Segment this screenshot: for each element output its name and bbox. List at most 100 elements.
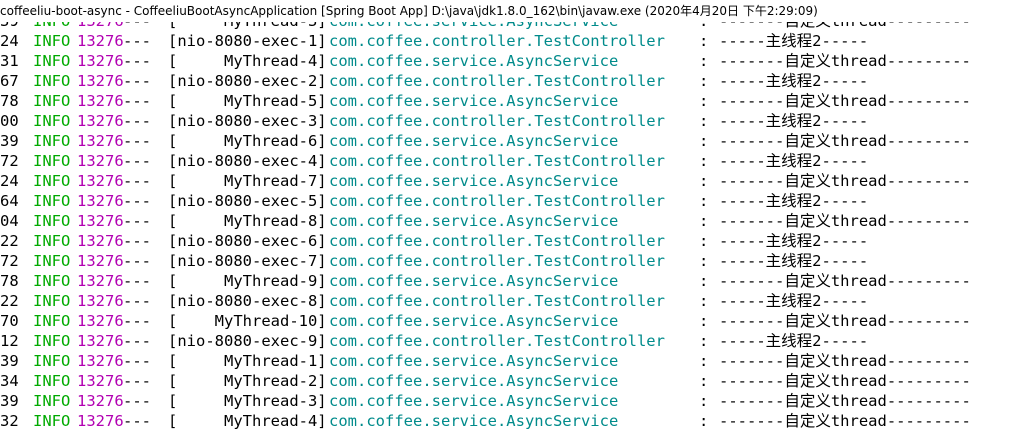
log-ms: 34	[0, 372, 19, 390]
log-colon: :	[699, 152, 709, 170]
log-line: 12 INFO 13276 --- [nio-8080-exec-9] com.coffe…	[0, 331, 1028, 351]
log-level: INFO	[33, 412, 71, 430]
log-thread: [ MyThread-10]	[168, 312, 327, 330]
log-pid: 13276	[77, 372, 124, 390]
log-thread: [nio-8080-exec-7]	[168, 252, 327, 270]
log-level: INFO	[33, 152, 71, 170]
log-ms: 72	[0, 152, 19, 170]
log-logger: com.coffee.service.AsyncService	[329, 272, 619, 290]
log-level: INFO	[33, 332, 71, 350]
log-level: INFO	[33, 72, 71, 90]
log-ms: 24	[0, 32, 19, 50]
log-ms: 22	[0, 292, 19, 310]
log-line: 00 INFO 13276 --- [nio-8080-exec-3] com.coffe…	[0, 111, 1028, 131]
log-thread: [nio-8080-exec-2]	[168, 72, 327, 90]
log-message: -------自定义thread---------	[719, 312, 971, 330]
log-level: INFO	[33, 132, 71, 150]
log-separator: ---	[123, 212, 151, 230]
log-separator: ---	[123, 312, 151, 330]
console-output[interactable]: 39INFO13276---[ MyThread-3]com.coffee.se…	[0, 0, 1028, 435]
log-message: -------自定义thread---------	[719, 352, 971, 370]
log-colon: :	[699, 72, 709, 90]
log-message: -------自定义thread---------	[719, 172, 971, 190]
log-thread: [ MyThread-5]	[168, 92, 327, 110]
log-line: 31 INFO 13276 --- [ MyThread-4] com.coffee.se…	[0, 51, 1028, 71]
log-message: -------自定义thread---------	[719, 412, 971, 430]
log-logger: com.coffee.controller.TestController	[329, 292, 665, 310]
log-line: 78 INFO 13276 --- [ MyThread-5] com.coffee.se…	[0, 91, 1028, 111]
log-ms: 78	[0, 92, 19, 110]
log-line: 39 INFO 13276 --- [ MyThread-1] com.coffee.se…	[0, 351, 1028, 371]
log-ms: 39	[0, 352, 19, 370]
log-message: -------自定义thread---------	[719, 52, 971, 70]
log-line: 64 INFO 13276 --- [nio-8080-exec-5] com.coffe…	[0, 191, 1028, 211]
log-separator: ---	[123, 392, 151, 410]
log-ms: 12	[0, 332, 19, 350]
log-colon: :	[699, 312, 709, 330]
log-ms: 72	[0, 252, 19, 270]
log-colon: :	[699, 32, 709, 50]
log-pid: 13276	[77, 252, 124, 270]
log-message: -----主线程2-----	[719, 32, 869, 50]
log-thread: [ MyThread-3]	[168, 392, 327, 410]
log-level: INFO	[33, 192, 71, 210]
log-level: INFO	[33, 252, 71, 270]
console-title-bar: coffeeliu-boot-async - CoffeeliuBootAsyn…	[0, 0, 1028, 22]
log-ms: 04	[0, 212, 19, 230]
log-ms: 24	[0, 172, 19, 190]
log-pid: 13276	[77, 72, 124, 90]
log-ms: 22	[0, 232, 19, 250]
log-pid: 13276	[77, 292, 124, 310]
log-message: -----主线程2-----	[719, 232, 869, 250]
log-ms: 67	[0, 72, 19, 90]
log-thread: [nio-8080-exec-4]	[168, 152, 327, 170]
log-thread: [ MyThread-7]	[168, 172, 327, 190]
log-level: INFO	[33, 272, 71, 290]
log-pid: 13276	[77, 272, 124, 290]
log-pid: 13276	[77, 332, 124, 350]
log-logger: com.coffee.controller.TestController	[329, 232, 665, 250]
log-colon: :	[699, 392, 709, 410]
log-thread: [ MyThread-4]	[168, 52, 327, 70]
log-level: INFO	[33, 352, 71, 370]
log-separator: ---	[123, 112, 151, 130]
log-level: INFO	[33, 312, 71, 330]
log-pid: 13276	[77, 352, 124, 370]
log-message: -----主线程2-----	[719, 72, 869, 90]
log-level: INFO	[33, 232, 71, 250]
log-separator: ---	[123, 152, 151, 170]
log-logger: com.coffee.service.AsyncService	[329, 412, 619, 430]
log-pid: 13276	[77, 172, 124, 190]
log-logger: com.coffee.service.AsyncService	[329, 52, 619, 70]
log-separator: ---	[123, 92, 151, 110]
log-colon: :	[699, 332, 709, 350]
log-separator: ---	[123, 272, 151, 290]
log-ms: 31	[0, 52, 19, 70]
log-colon: :	[699, 272, 709, 290]
log-thread: [nio-8080-exec-1]	[168, 32, 327, 50]
log-message: -----主线程2-----	[719, 252, 869, 270]
log-pid: 13276	[77, 112, 124, 130]
log-ms: 70	[0, 312, 19, 330]
log-logger: com.coffee.controller.TestController	[329, 192, 665, 210]
log-thread: [ MyThread-4]	[168, 412, 327, 430]
log-line: 24 INFO 13276 --- [nio-8080-exec-1] com.coffe…	[0, 31, 1028, 51]
log-logger: com.coffee.service.AsyncService	[329, 212, 619, 230]
log-colon: :	[699, 372, 709, 390]
log-thread: [nio-8080-exec-8]	[168, 292, 327, 310]
log-line: 32 INFO 13276 --- [ MyThread-4] com.coffee.se…	[0, 411, 1028, 431]
log-separator: ---	[123, 192, 151, 210]
log-level: INFO	[33, 112, 71, 130]
log-logger: com.coffee.service.AsyncService	[329, 132, 619, 150]
log-line: 39 INFO 13276--- [ MyThread-3]com.coffee.se…	[0, 391, 1028, 411]
log-colon: :	[699, 52, 709, 70]
log-logger: com.coffee.service.AsyncService	[329, 312, 619, 330]
log-level: INFO	[33, 292, 71, 310]
log-pid: 13276	[77, 412, 124, 430]
log-line: 24 INFO 13276 --- [ MyThread-7] com.coffee.se…	[0, 171, 1028, 191]
log-ms: 64	[0, 192, 19, 210]
log-ms: 39	[0, 392, 19, 410]
log-pid: 13276	[77, 392, 124, 410]
log-message: -----主线程2-----	[719, 332, 869, 350]
log-colon: :	[699, 352, 709, 370]
